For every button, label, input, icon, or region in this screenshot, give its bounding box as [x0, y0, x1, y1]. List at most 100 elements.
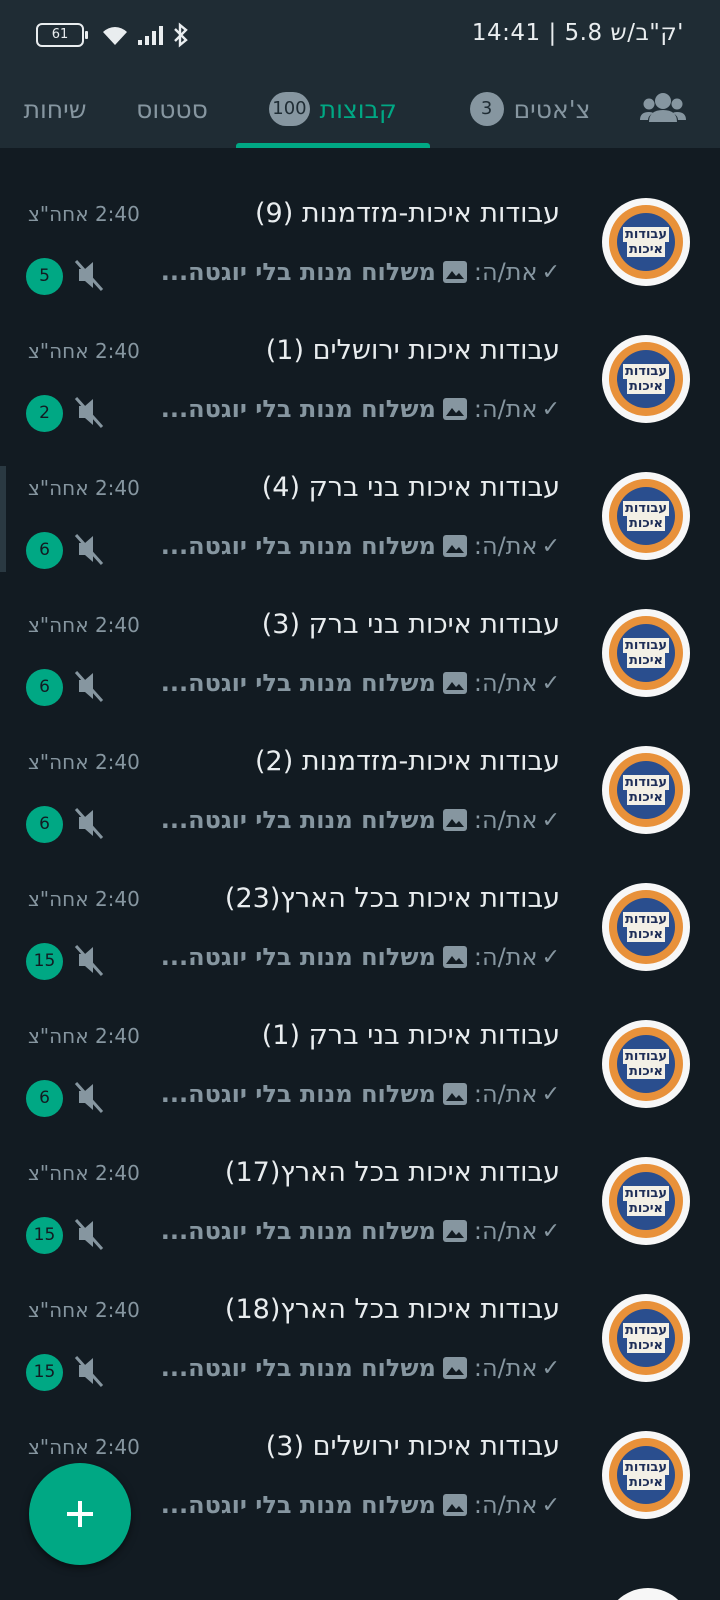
- chat-row[interactable]: עבודות איכות עבודות איכות-מזדמנות (9) 2:4…: [0, 148, 720, 295]
- chat-sender: את/ה:: [473, 258, 538, 286]
- image-icon: [442, 261, 467, 283]
- chat-preview: ✓ את/ה: משלוח מנות בלי יוגטה...: [161, 669, 560, 697]
- chat-time: 2:40 אחה"צ: [28, 887, 140, 911]
- avatar: עבודות איכות: [602, 746, 690, 834]
- chat-sender: את/ה:: [473, 532, 538, 560]
- tab-calls-label: שיחות: [23, 94, 87, 124]
- chat-message: משלוח מנות בלי יוגטה...: [160, 1354, 436, 1382]
- chat-title: עבודות איכות ירושלים (3): [265, 1431, 560, 1462]
- sent-check-icon: ✓: [541, 396, 560, 422]
- chat-preview: ✓ את/ה: משלוח מנות בלי יוגטה...: [161, 1080, 560, 1108]
- tab-chats-label: צ'אטים: [513, 94, 591, 124]
- chat-title: עבודות איכות בני ברק (3): [261, 609, 560, 640]
- sent-check-icon: ✓: [541, 533, 560, 559]
- sent-check-icon: ✓: [541, 670, 560, 696]
- chat-sender: את/ה:: [473, 1491, 538, 1519]
- tab-groups-label: קבוצות: [319, 94, 397, 124]
- avatar-text-2: איכות: [627, 1201, 665, 1216]
- communities-icon: [640, 93, 686, 122]
- image-icon: [442, 946, 467, 968]
- chat-preview: ✓ את/ה: משלוח מנות בלי יוגטה...: [161, 806, 560, 834]
- chat-title: עבודות איכות בני ברק (4): [261, 472, 560, 503]
- chat-sender: את/ה:: [473, 669, 538, 697]
- avatar: עבודות איכות: [602, 1294, 690, 1382]
- avatar-text-1: עבודות: [622, 1186, 670, 1201]
- chat-row[interactable]: עבודות איכות עבודות איכות בני ברק (3) 2:4…: [0, 559, 720, 706]
- status-time: 14:41 | 5.8 ק"ב/ש': [471, 20, 684, 46]
- avatar: [604, 1588, 692, 1600]
- plus-icon: [67, 1501, 93, 1527]
- image-icon: [442, 672, 467, 694]
- chat-row[interactable]: עבודות איכות עבודות איכות ירושלים (1) 2:4…: [0, 285, 720, 432]
- chat-title: עבודות איכות בכל הארץ(17): [224, 1157, 560, 1188]
- chat-title: עבודות איכות בכל הארץ(18): [224, 1294, 560, 1325]
- sent-check-icon: ✓: [541, 1218, 560, 1244]
- tab-groups-badge: 100: [269, 92, 310, 126]
- chat-row[interactable]: עבודות איכות עבודות איכות בני ברק (4) 2:4…: [0, 422, 720, 569]
- scroll-indicator[interactable]: [0, 466, 6, 572]
- avatar: עבודות איכות: [602, 472, 690, 560]
- chat-message: משלוח מנות בלי יוגטה...: [160, 1080, 436, 1108]
- battery-icon: 61: [36, 23, 88, 47]
- chat-sender: את/ה:: [473, 1217, 538, 1245]
- chat-preview: ✓ את/ה: משלוח מנות בלי יוגטה...: [161, 532, 560, 560]
- tab-chats[interactable]: צ'אטים 3: [440, 70, 620, 148]
- chat-time: 2:40 אחה"צ: [28, 202, 140, 226]
- tab-calls[interactable]: שיחות: [0, 70, 110, 148]
- image-icon: [442, 1220, 467, 1242]
- chat-sender: את/ה:: [473, 943, 538, 971]
- image-icon: [442, 1494, 467, 1516]
- avatar: עבודות איכות: [602, 1431, 690, 1519]
- chat-preview: ✓ את/ה: משלוח מנות בלי יוגטה...: [161, 258, 560, 286]
- image-icon: [442, 398, 467, 420]
- chat-time: 2:40 אחה"צ: [28, 339, 140, 363]
- chat-sender: את/ה:: [473, 395, 538, 423]
- chat-sender: את/ה:: [473, 1080, 538, 1108]
- avatar: עבודות איכות: [602, 335, 690, 423]
- tab-status[interactable]: סטטוס: [112, 70, 232, 148]
- chat-row[interactable]: עבודות איכות עבודות איכות בכל הארץ(17) 2:…: [0, 1107, 720, 1254]
- chat-preview: ✓ את/ה: משלוח מנות בלי יוגטה...: [161, 1354, 560, 1382]
- chat-title: עבודות איכות בכל הארץ(23): [224, 883, 560, 914]
- chat-row[interactable]: עבודות איכות עבודות איכות בני ברק (1) 2:4…: [0, 970, 720, 1117]
- sent-check-icon: ✓: [541, 1355, 560, 1381]
- chat-preview: ✓ את/ה: משלוח מנות בלי יוגטה...: [161, 943, 560, 971]
- avatar-text-2: איכות: [627, 1064, 665, 1079]
- avatar: עבודות איכות: [602, 198, 690, 286]
- chat-time: 2:40 אחה"צ: [28, 476, 140, 500]
- communities-tab[interactable]: [640, 88, 686, 132]
- sent-check-icon: ✓: [541, 807, 560, 833]
- image-icon: [442, 809, 467, 831]
- chat-time: 2:40 אחה"צ: [28, 1298, 140, 1322]
- chat-title: עבודות איכות ירושלים (1): [265, 335, 560, 366]
- tab-groups[interactable]: קבוצות 100: [236, 70, 430, 148]
- avatar-text-2: איכות: [627, 653, 665, 668]
- chat-title: עבודות איכות-מזדמנות (2): [254, 746, 560, 777]
- tab-chats-badge: 3: [469, 92, 504, 126]
- image-icon: [442, 1083, 467, 1105]
- status-icons: 61: [36, 20, 190, 50]
- signal-icon: [138, 26, 163, 45]
- chat-row[interactable]: עבודות איכות עבודות איכות בכל הארץ(23) 2:…: [0, 833, 720, 980]
- chat-title: עבודות איכות-מזדמנות (9): [254, 198, 560, 229]
- chat-message: משלוח מנות בלי יוגטה...: [160, 1217, 436, 1245]
- avatar-text-1: עבודות: [622, 775, 670, 790]
- chat-row[interactable]: עבודות איכות עבודות איכות-מזדמנות (2) 2:4…: [0, 696, 720, 843]
- avatar-text-2: איכות: [627, 379, 665, 394]
- sent-check-icon: ✓: [541, 944, 560, 970]
- avatar-text-1: עבודות: [622, 638, 670, 653]
- chat-list[interactable]: עבודות איכות עבודות איכות-מזדמנות (9) 2:4…: [0, 148, 720, 1600]
- avatar-text-2: איכות: [627, 927, 665, 942]
- new-group-button[interactable]: [29, 1463, 131, 1565]
- chat-message: משלוח מנות בלי יוגטה...: [160, 532, 436, 560]
- chat-message: משלוח מנות בלי יוגטה...: [160, 806, 436, 834]
- avatar-text-2: איכות: [627, 1338, 665, 1353]
- avatar: עבודות איכות: [602, 609, 690, 697]
- chat-sender: את/ה:: [473, 1354, 538, 1382]
- chat-row[interactable]: עבודות איכות עבודות איכות בכל הארץ(18) 2:…: [0, 1244, 720, 1391]
- chat-time: 2:40 אחה"צ: [28, 1435, 140, 1459]
- chat-message: משלוח מנות בלי יוגטה...: [160, 943, 436, 971]
- chat-sender: את/ה:: [473, 806, 538, 834]
- chat-preview: ✓ את/ה: משלוח מנות בלי יוגטה...: [161, 1491, 560, 1519]
- tab-bar: שיחות סטטוס קבוצות 100 צ'אטים 3: [0, 70, 720, 148]
